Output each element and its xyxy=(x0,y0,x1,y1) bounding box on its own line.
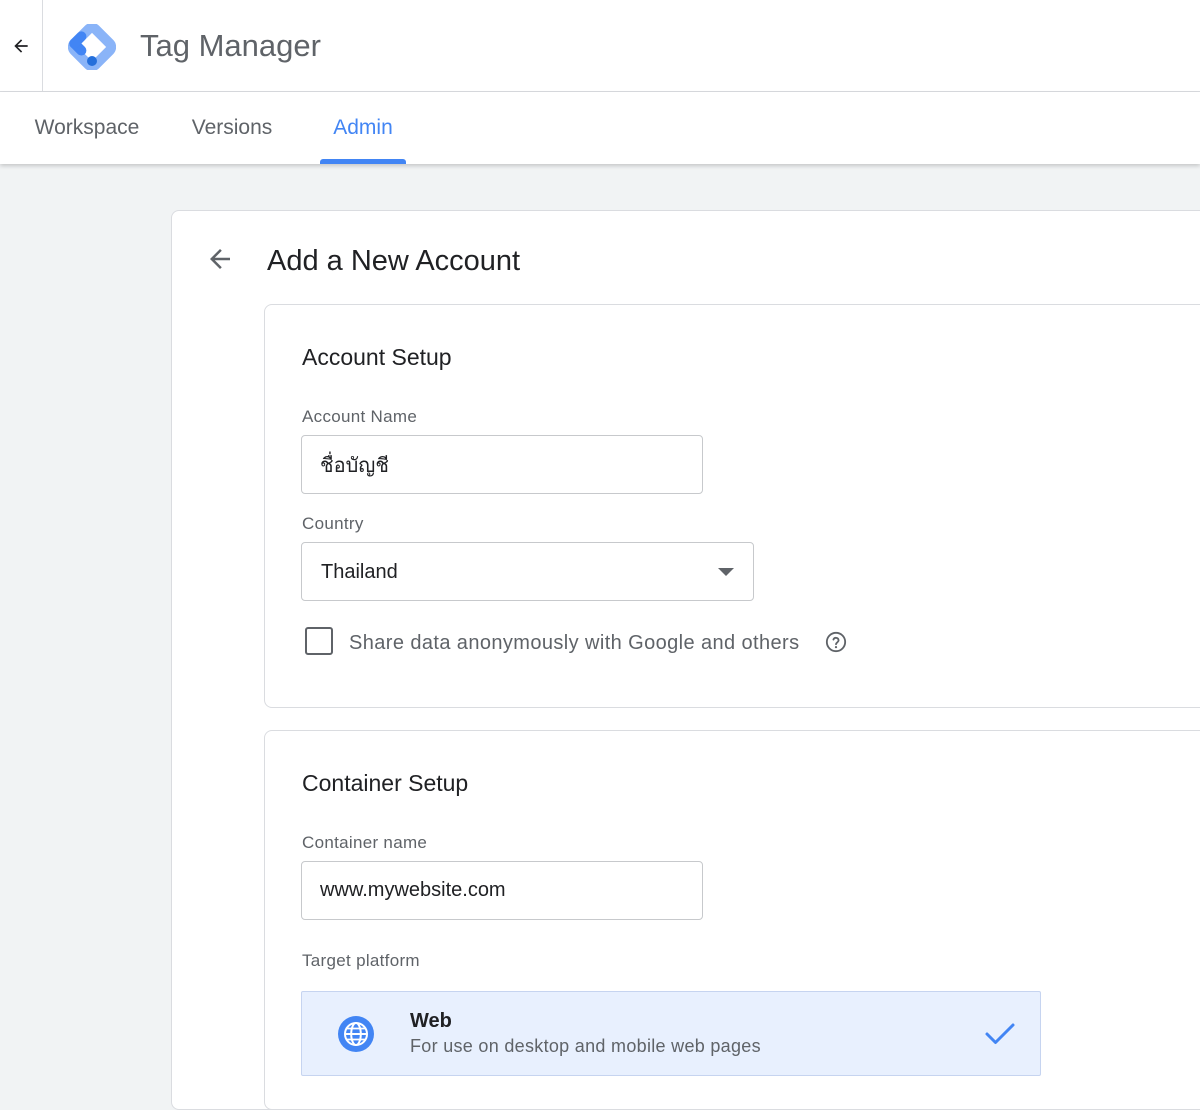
tag-manager-logo xyxy=(68,24,116,70)
tab-bar: Workspace Versions Admin xyxy=(0,92,1200,164)
arrow-left-icon xyxy=(210,249,230,269)
chevron-down-icon xyxy=(718,568,734,576)
country-label: Country xyxy=(302,514,364,533)
page-title: Add a New Account xyxy=(267,245,521,277)
target-platform-label: Target platform xyxy=(302,951,420,970)
platform-name: Web xyxy=(410,1010,452,1032)
app-title: Tag Manager xyxy=(140,28,321,63)
account-name-label: Account Name xyxy=(302,407,418,426)
country-select-value: Thailand xyxy=(321,561,398,583)
account-setup-title: Account Setup xyxy=(302,344,452,370)
platform-option-web[interactable]: Web For use on desktop and mobile web pa… xyxy=(301,991,1041,1076)
check-icon xyxy=(985,1023,1015,1044)
help-circle-icon[interactable] xyxy=(825,631,847,653)
share-data-checkbox[interactable] xyxy=(305,627,333,655)
country-select[interactable]: Thailand xyxy=(301,542,754,601)
active-tab-indicator xyxy=(320,159,406,164)
page-back-button[interactable] xyxy=(203,242,237,276)
container-name-input[interactable] xyxy=(301,861,703,920)
container-setup-title: Container Setup xyxy=(302,770,469,796)
platform-description: For use on desktop and mobile web pages xyxy=(410,1036,761,1056)
globe-icon xyxy=(338,1016,374,1052)
account-name-input[interactable] xyxy=(301,435,703,494)
app-bar: Tag Manager xyxy=(0,0,1200,92)
share-data-label[interactable]: Share data anonymously with Google and o… xyxy=(349,630,800,656)
tab-admin[interactable]: Admin xyxy=(320,92,406,164)
container-name-label: Container name xyxy=(302,833,428,852)
tab-versions[interactable]: Versions xyxy=(178,92,286,164)
app-back-button[interactable] xyxy=(0,0,43,92)
arrow-left-icon xyxy=(14,39,28,53)
tab-workspace[interactable]: Workspace xyxy=(20,92,154,164)
